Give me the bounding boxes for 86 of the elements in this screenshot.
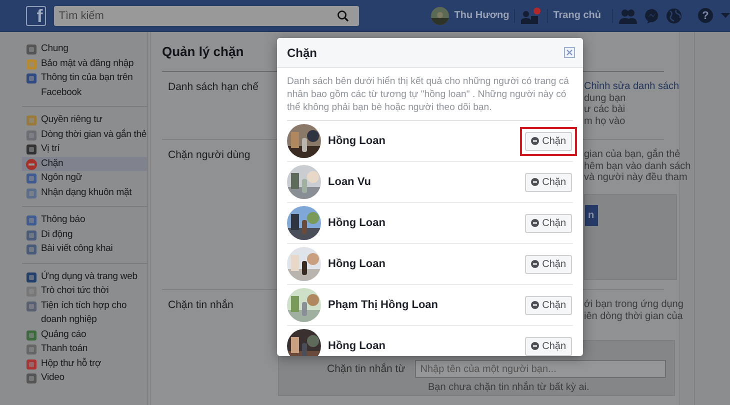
- friend-requests-icon[interactable]: [520, 6, 542, 24]
- settings-item-icon: [26, 115, 37, 126]
- minus-circle-icon: [531, 219, 540, 227]
- person-name[interactable]: Hồng Loan: [328, 217, 514, 229]
- person-name[interactable]: Hồng Loan: [328, 135, 514, 147]
- settings-item-icon: [26, 244, 37, 255]
- settings-item-icon: [26, 330, 37, 340]
- sidebar-item[interactable]: Thanh toán: [22, 342, 147, 356]
- edit-list-link[interactable]: Chỉnh sửa danh sách: [584, 81, 684, 92]
- settings-item-icon: [26, 230, 37, 240]
- block-button[interactable]: Chặn: [525, 132, 572, 150]
- sidebar-item[interactable]: Trò chơi tức thời: [22, 284, 147, 298]
- sidebar-item[interactable]: Nhận dạng khuôn mặt: [22, 186, 147, 200]
- description-text: hêm bạn vào danh sách: [584, 160, 691, 172]
- block-button[interactable]: Chặn: [525, 336, 572, 356]
- minus-circle-icon: [531, 301, 540, 309]
- sidebar-item[interactable]: Dòng thời gian và gắn thẻ: [22, 128, 147, 142]
- search-field[interactable]: Tìm kiếm: [54, 6, 359, 26]
- sidebar-item[interactable]: Thông tin của bạn trên Facebook: [22, 71, 147, 100]
- help-icon[interactable]: ?: [698, 8, 713, 23]
- sidebar-item[interactable]: Tiện ích tích hợp cho doanh nghiệp: [22, 298, 147, 328]
- globe-icon[interactable]: [666, 8, 682, 24]
- settings-item-icon: [26, 373, 37, 384]
- person-name[interactable]: Hồng Loan: [328, 340, 514, 352]
- block-button[interactable]: Chặn: [525, 254, 572, 274]
- dialog-title: Chặn: [287, 46, 317, 60]
- settings-item-icon: [26, 344, 37, 355]
- block-button[interactable]: Chặn: [525, 214, 572, 232]
- minus-circle-icon: [531, 137, 540, 145]
- description-text: iên dòng thời gian của: [584, 310, 684, 322]
- page-title: Quản lý chặn: [162, 44, 244, 59]
- name-input-field[interactable]: Nhập tên của một người bạn...: [415, 360, 666, 378]
- description-text: dung bạn: [584, 92, 627, 104]
- description-text: ư các bài: [584, 104, 626, 116]
- messenger-icon[interactable]: [644, 8, 660, 24]
- home-link[interactable]: Trang chủ: [553, 10, 601, 21]
- settings-item-icon: [26, 272, 37, 282]
- minus-circle-icon: [531, 178, 540, 186]
- block-button[interactable]: Chặn: [525, 172, 572, 192]
- settings-item-icon: [26, 215, 37, 226]
- sidebar-item[interactable]: Thông báo: [22, 213, 147, 228]
- settings-item-icon: [26, 130, 37, 140]
- description-text: m họ vào: [584, 116, 626, 127]
- settings-item-icon: [26, 44, 37, 55]
- field-label: Chặn tin nhắn từ: [327, 363, 406, 375]
- section-label: Chặn tin nhắn: [167, 298, 234, 313]
- sidebar-item[interactable]: Hộp thư hỗ trợ: [22, 356, 147, 371]
- block-button[interactable]: n: [585, 204, 598, 226]
- person-name[interactable]: Phạm Thị Hồng Loan: [328, 299, 514, 311]
- description-text: gian của bạn, gắn thẻ: [584, 149, 682, 160]
- sidebar-item[interactable]: Bài viết công khai: [22, 242, 147, 256]
- logo[interactable]: f: [26, 6, 46, 26]
- dialog-description: Danh sách bên dưới hiển thị kết quả cho những người có trang cá nhân bao gồm các từ tương tự "hồng loan" . Những người này có thể không phải bạn bè hoặc người theo dõi bạn.: [287, 68, 573, 121]
- block-icon: [26, 158, 37, 170]
- settings-item-icon: [26, 144, 37, 155]
- sidebar-item[interactable]: Chặn: [22, 156, 147, 171]
- sidebar-item[interactable]: Di động: [22, 228, 147, 242]
- sidebar-item[interactable]: Bảo mật và đăng nhập: [22, 56, 147, 71]
- block-button[interactable]: Chặn: [525, 296, 572, 314]
- profile-link[interactable]: Thu Hương: [431, 6, 510, 24]
- person-name[interactable]: Hồng Loan: [328, 258, 514, 270]
- settings-item-icon: [26, 286, 37, 297]
- minus-circle-icon: [531, 342, 540, 350]
- settings-item-icon: [26, 73, 37, 84]
- sidebar-item[interactable]: Ngôn ngữ: [22, 171, 147, 186]
- settings-item-icon: [26, 58, 37, 70]
- settings-item-icon: [26, 173, 37, 184]
- settings-item-icon: [26, 358, 37, 370]
- sidebar-item[interactable]: Ứng dụng và trang web: [22, 270, 147, 284]
- minus-circle-icon: [531, 260, 540, 268]
- sidebar-item[interactable]: Quảng cáo: [22, 328, 147, 342]
- sidebar-item[interactable]: Vị trí: [22, 142, 147, 156]
- person-name[interactable]: Loan Vu: [328, 176, 514, 188]
- sidebar-item[interactable]: Quyền riêng tư: [22, 113, 147, 128]
- settings-item-icon: [26, 300, 37, 312]
- caret-icon[interactable]: [721, 13, 730, 18]
- status-note: Bạn chưa chặn tin nhắn từ bất kỳ ai.: [428, 382, 590, 393]
- section-label: Chặn người dùng: [167, 148, 252, 163]
- description-text: ới bạn trong ứng dụng: [584, 299, 684, 310]
- settings-item-icon: [26, 188, 37, 198]
- close-icon[interactable]: [564, 47, 575, 58]
- section-label: Danh sách hạn chế: [167, 80, 260, 95]
- friends-icon[interactable]: [618, 8, 638, 24]
- sidebar-item[interactable]: Chung: [22, 42, 147, 56]
- description-text: và người này đều tham: [584, 172, 688, 184]
- sidebar-item[interactable]: Video: [22, 371, 147, 386]
